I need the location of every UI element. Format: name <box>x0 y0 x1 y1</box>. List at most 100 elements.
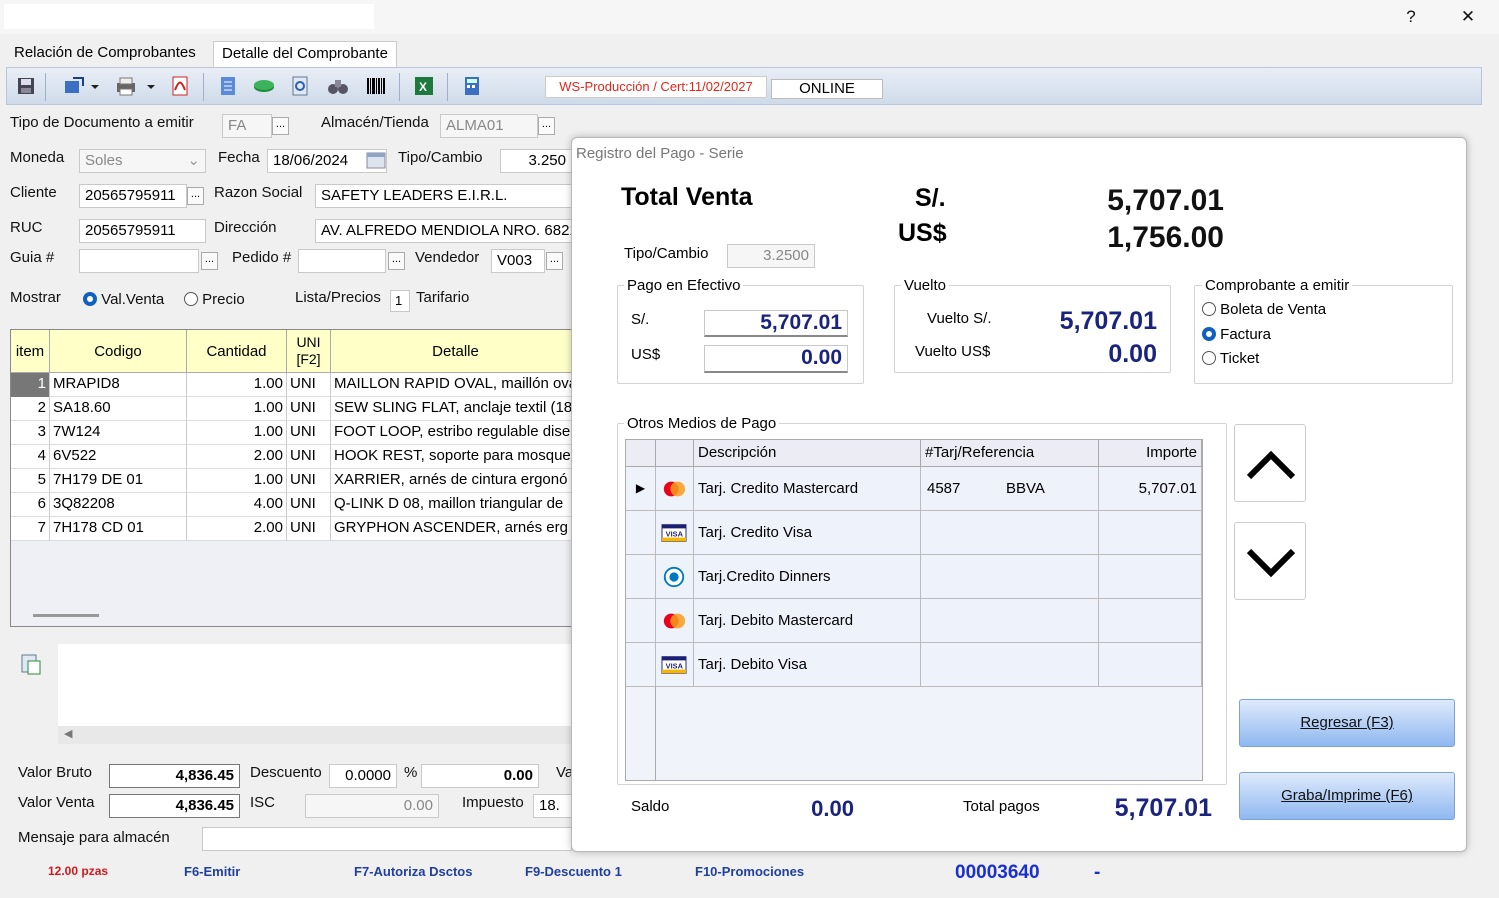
move-up-button[interactable] <box>1234 424 1306 502</box>
table-row[interactable]: 2 SA18.60 1.00 UNI SEW SLING FLAT, anclaje t… <box>11 397 581 421</box>
horizontal-scrollbar[interactable] <box>33 614 99 617</box>
table-row[interactable]: 1 MRAPID8 1.00 UNI MAILLON RAPID OVAL, maill… <box>11 373 581 397</box>
list-item[interactable]: Tarj.Credito Dinners <box>626 555 1202 599</box>
payment-description: Tarj. Credito Mastercard <box>694 467 921 511</box>
message-area[interactable] <box>58 644 578 726</box>
save-icon[interactable] <box>15 75 37 97</box>
calendar-icon[interactable] <box>366 151 386 169</box>
tipo-doc-field[interactable]: FA <box>222 114 272 138</box>
pzas-count: 12.00 pzas <box>48 864 109 878</box>
almacen-lookup-button[interactable]: ... <box>538 117 555 135</box>
cliente-lookup-button[interactable]: ... <box>187 187 204 205</box>
factura-radio[interactable]: Factura <box>1202 326 1271 343</box>
message-scrollbar[interactable]: ◀ <box>58 726 578 744</box>
tipo-doc-lookup-button[interactable]: ... <box>272 117 289 135</box>
guia-field[interactable] <box>79 249 199 273</box>
list-item[interactable]: Tarj. Debito Mastercard <box>626 599 1202 643</box>
calculator-icon[interactable] <box>461 75 483 97</box>
guia-lookup-button[interactable]: ... <box>201 252 218 270</box>
descuento-pct-field[interactable]: 0.0000 <box>329 764 397 788</box>
tab-relacion-comprobantes[interactable]: Relación de Comprobantes <box>6 41 204 67</box>
payment-reference-cell[interactable] <box>921 511 1099 555</box>
items-grid: item Codigo Cantidad UNI [F2] Detalle 1M… <box>10 329 581 627</box>
moneda-select[interactable]: Soles ⌄ <box>79 149 206 173</box>
cliente-field[interactable]: 20565795911 <box>79 184 187 208</box>
ruc-field[interactable]: 20565795911 <box>79 219 206 243</box>
print-icon[interactable] <box>115 75 137 97</box>
search-document-icon[interactable] <box>289 75 311 97</box>
payment-reference-cell[interactable] <box>921 599 1099 643</box>
col-cantidad[interactable]: Cantidad <box>187 330 287 373</box>
valventa-label: Val.Venta <box>101 291 165 308</box>
payment-reference-cell[interactable]: 4587 BBVA <box>921 467 1099 511</box>
regresar-button[interactable]: Regresar (F3) <box>1239 699 1455 747</box>
list-item[interactable]: VISA Tarj. Debito Visa <box>626 643 1202 687</box>
almacen-field[interactable]: ALMA01 <box>440 114 538 138</box>
pedido-lookup-button[interactable]: ... <box>388 252 405 270</box>
cell-item: 7 <box>11 517 50 541</box>
barcode-icon[interactable] <box>365 75 387 97</box>
col-uni[interactable]: UNI [F2] <box>287 330 331 373</box>
ticket-radio[interactable]: Ticket <box>1202 350 1259 367</box>
tab-detalle-comprobante[interactable]: Detalle del Comprobante <box>213 41 397 67</box>
vendedor-lookup-button[interactable]: ... <box>546 252 563 270</box>
paste-icon[interactable] <box>19 652 43 676</box>
boleta-radio[interactable]: Boleta de Venta <box>1202 301 1326 318</box>
vendedor-field[interactable]: V003 <box>491 249 545 273</box>
mensaje-field[interactable] <box>202 827 572 851</box>
chevron-down-icon[interactable] <box>89 75 101 97</box>
table-row[interactable]: 5 7H179 DE 01 1.00 UNI XARRIER, arnés de cin… <box>11 469 581 493</box>
mastercard-icon <box>660 475 690 501</box>
table-row[interactable]: 6 3Q82208 4.00 UNI Q-LINK D 08, maillon tria… <box>11 493 581 517</box>
payment-reference-cell[interactable] <box>921 555 1099 599</box>
toolbar: X WS-Producción / Cert:11/02/2027 ONLINE <box>6 67 1482 105</box>
pdf-icon[interactable] <box>169 75 191 97</box>
dialog-tipo-cambio-label: Tipo/Cambio <box>624 245 709 262</box>
tipo-cambio-field[interactable]: 3.250 <box>500 149 572 173</box>
card-icon-cell <box>656 599 694 643</box>
table-row[interactable]: 4 6V522 2.00 UNI HOOK REST, soporte para mos… <box>11 445 581 469</box>
cell-item: 1 <box>11 373 50 397</box>
excel-icon[interactable]: X <box>413 75 435 97</box>
precio-radio[interactable]: Precio <box>184 291 245 308</box>
list-item[interactable]: VISA Tarj. Credito Visa <box>626 511 1202 555</box>
money-icon[interactable] <box>253 75 275 97</box>
dialog-tipo-cambio-field: 3.2500 <box>727 244 815 268</box>
ticket-label: Ticket <box>1219 350 1260 367</box>
col-codigo[interactable]: Codigo <box>50 330 187 373</box>
cell-detalle: Q-LINK D 08, maillon triangular de <box>331 493 581 517</box>
efectivo-usd-input[interactable]: 0.00 <box>704 345 848 373</box>
direccion-field[interactable]: AV. ALFREDO MENDIOLA NRO. 6821 <box>315 219 572 243</box>
col-referencia[interactable]: #Tarj/Referencia <box>921 440 1099 467</box>
payment-reference-cell[interactable] <box>921 643 1099 687</box>
f6-emitir-key[interactable]: F6-Emitir <box>184 864 240 879</box>
graba-imprime-button[interactable]: Graba/Imprime (F6) <box>1239 772 1455 820</box>
binoculars-icon[interactable] <box>327 75 349 97</box>
col-importe[interactable]: Importe <box>1099 440 1202 467</box>
move-down-button[interactable] <box>1234 522 1306 600</box>
isc-label: ISC <box>250 794 276 811</box>
razon-social-field[interactable]: SAFETY LEADERS E.I.R.L. <box>315 184 572 208</box>
f7-autoriza-key[interactable]: F7-Autoriza Dsctos <box>354 864 472 879</box>
comprobante-title: Comprobante a emitir <box>1202 277 1353 294</box>
chevron-down-icon[interactable] <box>145 75 157 97</box>
table-row[interactable]: 7 7H178 CD 01 2.00 UNI GRYPHON ASCENDER, arn… <box>11 517 581 541</box>
list-item[interactable]: ▶ Tarj. Credito Mastercard 4587 BBVA 5,707.0… <box>626 467 1202 511</box>
send-icon[interactable] <box>63 75 85 97</box>
col-detalle[interactable]: Detalle <box>331 330 581 373</box>
scroll-left-icon[interactable]: ◀ <box>64 727 72 740</box>
descuento-value-field[interactable]: 0.00 <box>421 764 539 788</box>
valventa-radio[interactable]: Val.Venta <box>83 291 164 308</box>
efectivo-sol-input[interactable]: 5,707.01 <box>704 310 848 337</box>
pedido-field[interactable] <box>298 249 386 273</box>
table-row[interactable]: 3 7W124 1.00 UNI FOOT LOOP, estribo regulabl… <box>11 421 581 445</box>
f10-promociones-key[interactable]: F10-Promociones <box>695 864 804 879</box>
col-item[interactable]: item <box>11 330 50 373</box>
lista-precios-field[interactable]: 1 <box>390 290 410 312</box>
col-descripcion[interactable]: Descripción <box>694 440 921 467</box>
efectivo-sol-label: S/. <box>631 311 650 328</box>
close-button[interactable]: ✕ <box>1448 4 1488 30</box>
help-button[interactable]: ? <box>1391 4 1431 30</box>
document-icon[interactable] <box>217 75 239 97</box>
f9-descuento-key[interactable]: F9-Descuento 1 <box>525 864 622 879</box>
